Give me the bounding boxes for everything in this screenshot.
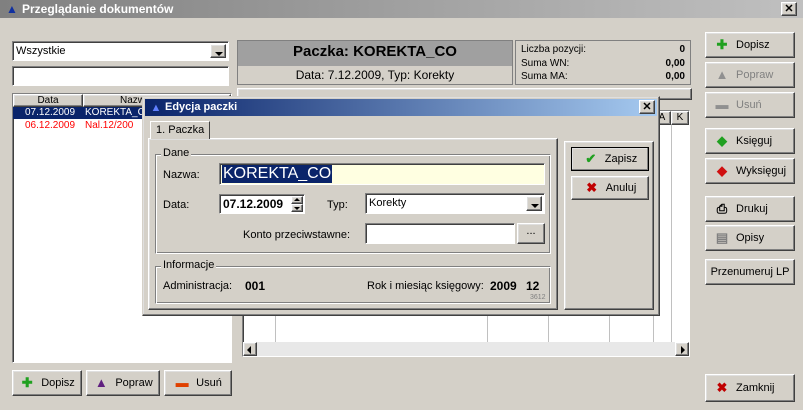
minus-icon: ▬	[175, 375, 189, 390]
green-book-icon: ◆	[717, 133, 727, 148]
delete-button-label: Usuń	[196, 377, 222, 389]
post-button[interactable]: ◆ Księguj	[705, 128, 795, 154]
app-logo-icon: ▲	[150, 102, 162, 114]
period-year: 2009	[490, 279, 517, 293]
date-spin-down[interactable]	[291, 204, 303, 212]
summary-label-ma: Suma MA:	[521, 71, 568, 82]
horizontal-scrollbar[interactable]	[243, 342, 689, 356]
close-label: Zamknij	[736, 382, 775, 394]
type-label: Typ:	[327, 199, 348, 211]
row-date: 06.12.2009	[25, 120, 76, 131]
summary-label-count: Liczba pozycji:	[521, 44, 587, 55]
side-add-button[interactable]: ✚ Dopisz	[705, 32, 795, 58]
date-spin-up[interactable]	[291, 196, 303, 204]
close-icon: ✖	[586, 180, 598, 195]
edit-package-dialog: ▲ Edycja paczki ✕ 1. Paczka Dane Nazwa: …	[142, 96, 660, 316]
red-book-icon: ◆	[717, 163, 727, 178]
delete-button[interactable]: ▬ Usuń	[164, 370, 232, 396]
summary-value-count: 0	[679, 44, 685, 55]
package-title: Paczka: KOREKTA_CO	[293, 43, 457, 60]
edit-button-label: Popraw	[115, 377, 153, 389]
group-informacje-label: Informacje	[161, 259, 217, 271]
browse-label: ...	[526, 225, 536, 237]
date-label: Data:	[163, 199, 190, 211]
search-input[interactable]	[12, 66, 229, 86]
dialog-titlebar[interactable]: ▲ Edycja paczki ✕	[145, 99, 657, 116]
tab-paczka[interactable]: 1. Paczka	[150, 121, 210, 139]
cancel-button[interactable]: ✖ Anuluj	[571, 176, 649, 200]
summary-panel: Liczba pozycji: 0 Suma WN: 0,00 Suma MA:…	[515, 40, 691, 85]
package-header: Paczka: KOREKTA_CO Data: 7.12.2009, Typ:…	[237, 40, 513, 85]
edit-button[interactable]: ▲ Popraw	[86, 370, 160, 396]
summary-value-ma: 0,00	[665, 71, 685, 82]
dialog-close-button[interactable]: ✕	[639, 100, 655, 114]
app-logo-icon: ▲	[6, 2, 18, 16]
descriptions-button[interactable]: ▤ Opisy	[705, 225, 795, 251]
main-titlebar[interactable]: ▲ Przeglądanie dokumentów ✕	[0, 0, 803, 18]
scroll-right-button[interactable]	[675, 342, 689, 356]
triangle-icon: ▲	[715, 67, 729, 82]
side-delete-label: Usuń	[736, 99, 762, 111]
checkmark-icon: ✔	[585, 151, 597, 166]
minus-icon: ▬	[715, 97, 729, 112]
renumber-label: Przenumeruj LP	[710, 266, 790, 278]
dialog-title: Edycja paczki	[165, 101, 238, 113]
print-button[interactable]: ⎙ Drukuj	[705, 196, 795, 222]
close-button[interactable]: ✖ Zamknij	[705, 374, 795, 402]
account-browse-button[interactable]: ...	[517, 223, 545, 244]
chevron-down-icon[interactable]	[526, 196, 542, 211]
triangle-icon: ▲	[94, 375, 108, 390]
type-select-value: Korekty	[369, 197, 407, 209]
admin-value: 001	[245, 279, 266, 293]
side-add-label: Dopisz	[736, 39, 770, 51]
save-button[interactable]: ✔ Zapisz	[571, 147, 649, 171]
date-field[interactable]: 07.12.2009	[219, 194, 305, 214]
scroll-left-button[interactable]	[243, 342, 257, 356]
column-header-k[interactable]: K	[671, 111, 689, 125]
row-name: Nal.12/200	[85, 120, 134, 131]
plus-icon: ✚	[21, 375, 33, 390]
package-subtitle: Data: 7.12.2009, Typ: Korekty	[238, 66, 512, 84]
name-field[interactable]: KOREKTA_CO	[219, 163, 545, 185]
name-label: Nazwa:	[163, 169, 200, 181]
close-icon: ✖	[716, 380, 728, 395]
row-date: 07.12.2009	[25, 107, 76, 118]
filter-select-value: Wszystkie	[16, 45, 66, 57]
add-button-label: Dopisz	[41, 377, 75, 389]
unpost-label: Wyksięguj	[736, 165, 787, 177]
tab-panel: Dane Nazwa: KOREKTA_CO Data: 07.12.2009 …	[148, 138, 558, 310]
name-field-value: KOREKTA_CO	[222, 165, 333, 183]
save-label: Zapisz	[604, 153, 638, 165]
period-month: 12	[526, 279, 540, 293]
printer-icon: ⎙	[716, 201, 728, 216]
renumber-button[interactable]: Przenumeruj LP	[705, 259, 795, 285]
type-select[interactable]: Korekty	[365, 193, 545, 214]
post-label: Księguj	[736, 135, 773, 147]
group-dane-label: Dane	[161, 147, 192, 159]
print-label: Drukuj	[736, 203, 768, 215]
summary-label-wn: Suma WN:	[521, 58, 570, 69]
descriptions-label: Opisy	[736, 232, 765, 244]
column-header-date[interactable]: Data	[13, 94, 83, 107]
cancel-label: Anuluj	[605, 182, 637, 194]
summary-value-wn: 0,00	[665, 58, 685, 69]
account-label: Konto przeciwstawne:	[243, 229, 350, 241]
close-window-button[interactable]: ✕	[781, 2, 797, 16]
window-title: Przeglądanie dokumentów	[22, 2, 174, 16]
account-field[interactable]	[365, 223, 515, 244]
admin-label: Administracja:	[163, 280, 233, 292]
unpost-button[interactable]: ◆ Wyksięguj	[705, 158, 795, 184]
period-label: Rok i miesiąc księgowy:	[367, 280, 484, 292]
side-delete-button[interactable]: ▬ Usuń	[705, 92, 795, 118]
notepad-icon: ▤	[715, 230, 729, 245]
chevron-down-icon[interactable]	[210, 44, 226, 58]
record-code: 3612	[530, 294, 546, 301]
side-edit-button[interactable]: ▲ Popraw	[705, 62, 795, 88]
filter-select[interactable]: Wszystkie	[12, 41, 229, 61]
tab-paczka-label: 1. Paczka	[156, 124, 205, 136]
date-field-value: 07.12.2009	[223, 197, 284, 211]
add-button[interactable]: ✚ Dopisz	[12, 370, 82, 396]
side-edit-label: Popraw	[736, 69, 774, 81]
plus-icon: ✚	[716, 37, 728, 52]
